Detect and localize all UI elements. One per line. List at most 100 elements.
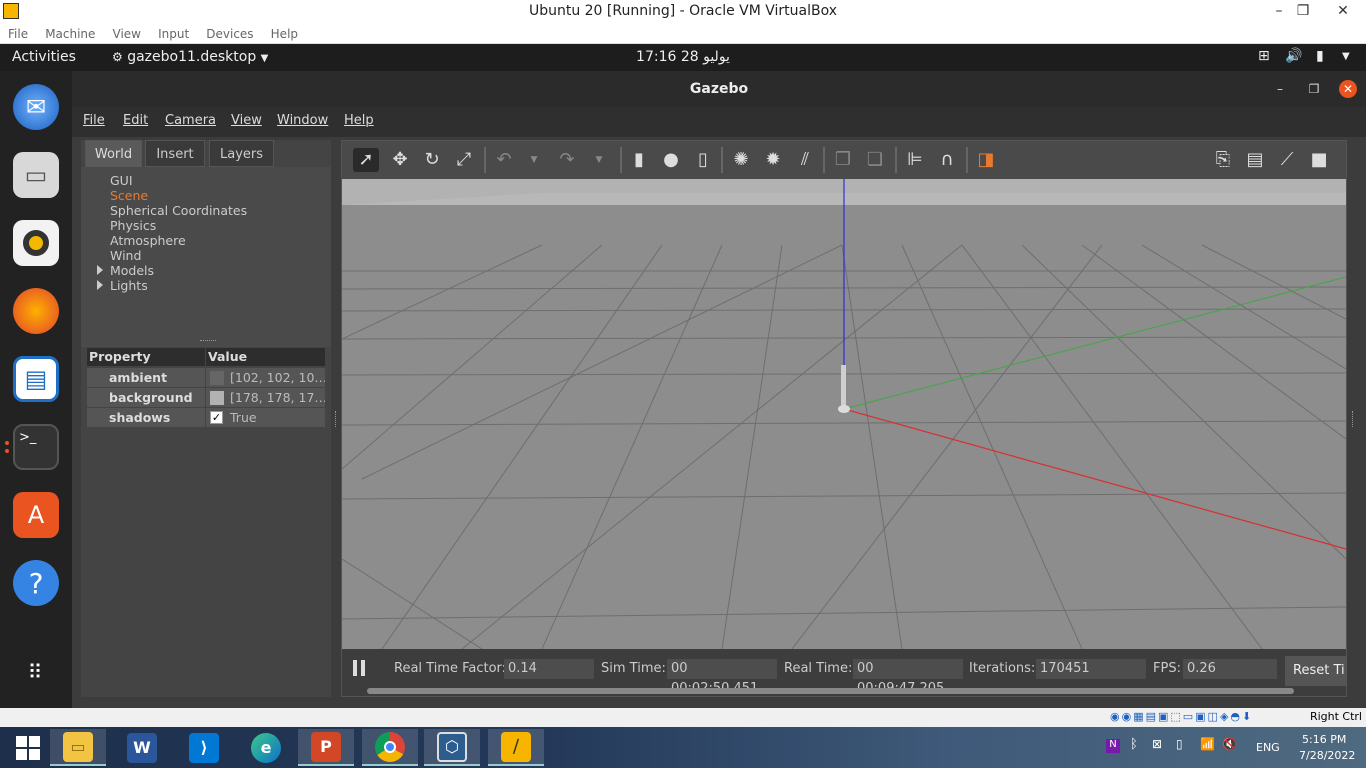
sphere-shape-icon[interactable]: ● <box>658 148 684 172</box>
rotate-mode-icon[interactable]: ↻ <box>419 148 445 172</box>
network-icon[interactable]: ⊞ <box>1258 48 1270 64</box>
select-mode-icon[interactable]: ➚ <box>353 148 379 172</box>
show-applications-icon[interactable]: ⠿ <box>13 649 59 695</box>
vbox-menu-help[interactable]: Help <box>263 24 298 41</box>
vbox-menu-file[interactable]: File <box>0 24 28 41</box>
tree-item-scene[interactable]: Scene <box>110 188 148 203</box>
help-icon[interactable]: ? <box>13 560 59 606</box>
expand-arrow-icon[interactable] <box>97 280 103 290</box>
box-shape-icon[interactable]: ▮ <box>626 148 652 172</box>
translate-mode-icon[interactable]: ✥ <box>387 148 413 172</box>
clock-time[interactable]: 5:16 PM <box>1302 733 1346 746</box>
virtualbox-icon[interactable]: ⬡ <box>424 729 480 766</box>
horizontal-scrollbar[interactable] <box>367 688 1294 694</box>
spot-light-icon[interactable]: ✹ <box>760 148 786 172</box>
tree-item-spherical-coordinates[interactable]: Spherical Coordinates <box>110 203 247 218</box>
align-icon[interactable]: ⊫ <box>902 148 928 172</box>
panel-splitter[interactable] <box>335 411 338 427</box>
redo-history-chevron-icon[interactable]: ▼ <box>586 148 612 172</box>
menu-camera[interactable]: Camera <box>165 113 216 128</box>
tree-item-lights[interactable]: Lights <box>110 278 148 293</box>
undo-icon[interactable]: ↶ <box>491 148 517 172</box>
minimize-icon[interactable]: – <box>1266 0 1292 23</box>
tree-item-gui[interactable]: GUI <box>110 173 133 188</box>
menu-window[interactable]: Window <box>277 113 328 128</box>
files-icon[interactable]: ▭ <box>13 152 59 198</box>
bluetooth-icon[interactable]: ᛒ <box>1130 737 1138 752</box>
vbox-menu-devices[interactable]: Devices <box>198 24 253 41</box>
language-indicator[interactable]: ENG <box>1256 741 1280 754</box>
copy-icon[interactable]: ❐ <box>830 148 856 172</box>
video-record-icon[interactable]: ■ <box>1306 148 1332 172</box>
thunderbird-icon[interactable]: ✉ <box>13 84 59 130</box>
close-icon[interactable]: ✕ <box>1330 0 1356 23</box>
menu-view[interactable]: View <box>231 113 262 128</box>
screenshot-icon[interactable]: ⎘ <box>1210 148 1236 172</box>
directional-light-icon[interactable]: ⫽ <box>792 148 818 172</box>
word-icon[interactable]: W <box>114 729 170 766</box>
table-row[interactable]: background [178, 178, 17… <box>87 388 325 407</box>
rhythmbox-icon[interactable] <box>13 220 59 266</box>
vbox-menu-machine[interactable]: Machine <box>37 24 95 41</box>
table-row[interactable]: ambient [102, 102, 10… <box>87 368 325 387</box>
powerpoint-icon[interactable]: P <box>298 729 354 766</box>
right-splitter-handle[interactable] <box>1352 411 1355 427</box>
point-light-icon[interactable]: ✺ <box>728 148 754 172</box>
vbox-menu-input[interactable]: Input <box>150 24 189 41</box>
tree-item-wind[interactable]: Wind <box>110 248 141 263</box>
firefox-icon[interactable] <box>13 288 59 334</box>
chevron-down-icon[interactable]: ▼ <box>1342 51 1350 62</box>
pause-icon[interactable] <box>353 660 357 676</box>
view-angle-icon[interactable]: ◨ <box>973 148 999 172</box>
scale-mode-icon[interactable]: ⤢ <box>451 148 477 172</box>
menu-file[interactable]: File <box>83 113 105 128</box>
vbox-menu-view[interactable]: View <box>105 24 141 41</box>
clock[interactable]: 17:16 28 يوليو <box>0 49 1366 65</box>
edge-icon[interactable]: e <box>238 729 294 766</box>
property-value[interactable]: [102, 102, 10… <box>206 368 325 387</box>
3d-viewport[interactable] <box>342 179 1346 649</box>
usb-icon[interactable]: ▯ <box>1176 737 1183 751</box>
menu-help[interactable]: Help <box>344 113 374 128</box>
virtualbox-vm-icon[interactable]: ⧸ <box>488 729 544 766</box>
security-icon[interactable]: ⊠ <box>1152 737 1162 751</box>
minimize-icon[interactable]: – <box>1271 80 1289 98</box>
paste-icon[interactable]: ❏ <box>862 148 888 172</box>
chrome-icon[interactable] <box>362 729 418 766</box>
menu-edit[interactable]: Edit <box>123 113 148 128</box>
vscode-icon[interactable]: ⟩ <box>176 729 232 766</box>
undo-history-chevron-icon[interactable]: ▼ <box>521 148 547 172</box>
battery-icon[interactable]: ▮ <box>1316 48 1324 64</box>
clock-date[interactable]: 7/28/2022 <box>1299 749 1355 762</box>
tree-item-physics[interactable]: Physics <box>110 218 156 233</box>
log-icon[interactable]: ▤ <box>1242 148 1268 172</box>
software-center-icon[interactable]: A <box>13 492 59 538</box>
tab-world[interactable]: World <box>85 140 142 167</box>
pause-icon[interactable] <box>361 660 365 676</box>
cylinder-shape-icon[interactable]: ▯ <box>690 148 716 172</box>
volume-icon[interactable]: 🔊 <box>1285 48 1302 64</box>
tab-insert[interactable]: Insert <box>145 140 205 167</box>
terminal-icon[interactable]: >_ <box>13 424 59 470</box>
windows-start-icon[interactable] <box>0 729 56 766</box>
maximize-icon[interactable]: ❐ <box>1305 80 1323 98</box>
property-value[interactable]: ✓ True <box>206 408 325 427</box>
volume-muted-icon[interactable]: 🔇 <box>1222 737 1237 751</box>
property-value[interactable]: [178, 178, 17… <box>206 388 325 407</box>
libreoffice-writer-icon[interactable]: ▤ <box>13 356 59 402</box>
tree-item-atmosphere[interactable]: Atmosphere <box>110 233 186 248</box>
onenote-icon[interactable]: N <box>1106 739 1120 753</box>
tree-item-models[interactable]: Models <box>110 263 154 278</box>
reset-time-button[interactable]: Reset Ti <box>1285 656 1347 686</box>
plot-icon[interactable]: ⟋ <box>1274 148 1300 172</box>
file-explorer-icon[interactable]: ▭ <box>50 729 106 766</box>
table-row[interactable]: shadows ✓ True <box>87 408 325 427</box>
checkbox-checked-icon[interactable]: ✓ <box>210 411 223 424</box>
wifi-icon[interactable]: 📶 <box>1200 737 1215 751</box>
redo-icon[interactable]: ↷ <box>554 148 580 172</box>
vm-device-icons[interactable]: ◉◉▦▤▣⬚▭▣◫◈◓⬇ <box>1110 710 1253 723</box>
snap-icon[interactable]: ∩ <box>934 148 960 172</box>
close-icon[interactable]: ✕ <box>1339 80 1357 98</box>
tab-layers[interactable]: Layers <box>209 140 274 167</box>
splitter-handle-icon[interactable] <box>200 340 216 343</box>
